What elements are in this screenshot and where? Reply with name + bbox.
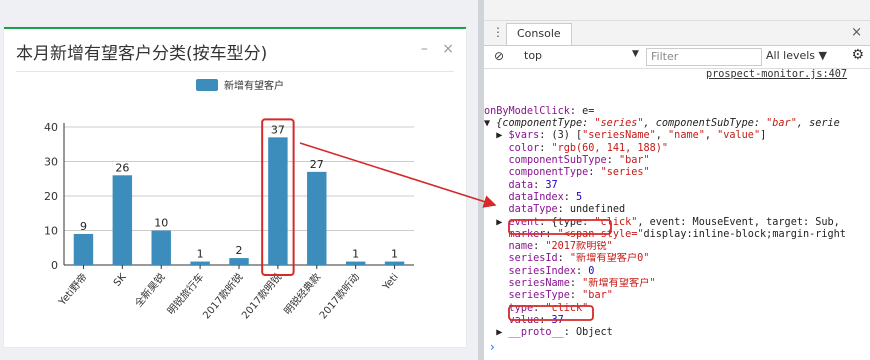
console-toolbar: ⊘ top ▼ Filter All levels ▼ ⚙ xyxy=(484,46,870,69)
bar-value-label: 37 xyxy=(271,123,285,136)
x-tick-label: 2017款昕锐 xyxy=(200,271,246,322)
devtools-pane: ⋮ Console × ⊘ top ▼ Filter All levels ▼ … xyxy=(484,0,870,360)
filter-input[interactable]: Filter xyxy=(646,48,762,66)
console-line: componentType: "series" xyxy=(508,167,650,179)
console-line: data: 37 xyxy=(508,179,558,191)
console-line[interactable]: ▶ __proto__: Object xyxy=(484,327,870,339)
chart-panel: 本月新增有望客户分类(按车型分) – × 新增有望客户 0 10 20 30 40 9 Ye… xyxy=(4,27,466,347)
console-line: dataType: undefined xyxy=(508,204,626,216)
bar-value-label: 26 xyxy=(115,161,129,174)
tab-console[interactable]: Console xyxy=(506,23,572,45)
bar-value-label: 1 xyxy=(197,248,204,261)
console-output: prospect-monitor.js:407 onByModelClick: … xyxy=(484,69,870,340)
x-tick-label: 明锐经典款 xyxy=(281,271,323,318)
console-line: onByModelClick: e= xyxy=(484,105,595,117)
console-line[interactable]: ▼ {componentType: "series", componentSub… xyxy=(484,118,870,130)
console-line: name: "2017款明锐" xyxy=(508,241,613,253)
x-tick-label: 明锐旅行车 xyxy=(164,271,206,318)
bar-chart: 0 10 20 30 40 9 Yeti野帝 26 SK 10 全新昊锐 1 明锐旅行车 2 2017款昕锐… xyxy=(44,118,414,322)
console-prompt[interactable]: › xyxy=(490,340,495,354)
dashboard-area: 本月新增有望客户分类(按车型分) – × 新增有望客户 0 10 20 30 40 9 Ye… xyxy=(0,0,478,360)
bar[interactable] xyxy=(190,261,210,265)
console-line: dataIndex: 5 xyxy=(508,191,583,203)
bar[interactable] xyxy=(268,137,288,265)
console-line: seriesType: "bar" xyxy=(508,290,613,302)
y-tick-label: 0 xyxy=(51,259,58,272)
bar[interactable] xyxy=(229,258,249,265)
bar[interactable] xyxy=(345,261,366,265)
context-select[interactable]: top xyxy=(524,49,542,62)
context-dropdown-icon[interactable]: ▼ xyxy=(632,49,639,59)
console-line: value: 37 xyxy=(508,314,564,326)
x-tick-label: 2017款昕动 xyxy=(316,271,362,322)
bar-value-label: 9 xyxy=(80,220,87,233)
console-line: seriesId: "新增有望客户0" xyxy=(508,253,650,265)
bar[interactable] xyxy=(112,175,133,265)
console-line: color: "rgb(60, 141, 188)" xyxy=(508,142,669,154)
y-tick-label: 30 xyxy=(44,156,58,169)
menu-icon[interactable]: ⋮ xyxy=(492,25,504,39)
console-line: marker: "<span style="display:inline-blo… xyxy=(508,228,846,240)
bar-value-label: 1 xyxy=(352,248,359,261)
x-tick-label: 全新昊锐 xyxy=(132,271,168,310)
console-line[interactable]: ▶ $vars: (3) ["seriesName", "name", "val… xyxy=(484,130,870,142)
console-line: type: "click" xyxy=(508,302,589,314)
bar[interactable] xyxy=(384,261,405,265)
close-icon[interactable]: × xyxy=(851,25,862,40)
x-tick-label: Yeti野帝 xyxy=(55,271,90,309)
gear-icon[interactable]: ⚙ xyxy=(851,47,864,63)
y-tick-label: 10 xyxy=(44,225,58,238)
bar-value-label: 2 xyxy=(236,244,243,257)
console-line[interactable]: ▶ event: {type: "click", event: MouseEve… xyxy=(484,217,870,229)
y-tick-label: 40 xyxy=(44,121,58,134)
bar[interactable] xyxy=(73,233,94,265)
x-tick-label: 2017款明锐 xyxy=(239,271,285,322)
bar-value-label: 10 xyxy=(154,217,168,230)
x-tick-label: SK xyxy=(112,272,129,289)
console-line: componentSubType: "bar" xyxy=(508,155,650,167)
y-tick-label: 20 xyxy=(44,190,58,203)
console-line: seriesName: "新增有望客户" xyxy=(508,278,656,290)
levels-select[interactable]: All levels ▼ xyxy=(766,49,827,62)
clear-console-icon[interactable]: ⊘ xyxy=(494,49,504,63)
bar-value-label: 1 xyxy=(391,248,398,261)
devtools-top-strip xyxy=(484,0,870,21)
x-tick-label: Yeti xyxy=(380,272,400,293)
console-line: seriesIndex: 0 xyxy=(508,265,595,277)
devtools-tabbar: ⋮ Console × xyxy=(484,21,870,46)
source-link[interactable]: prospect-monitor.js:407 xyxy=(706,69,847,81)
bar[interactable] xyxy=(151,230,171,266)
bar-value-label: 27 xyxy=(310,158,324,171)
bar[interactable] xyxy=(307,171,327,265)
